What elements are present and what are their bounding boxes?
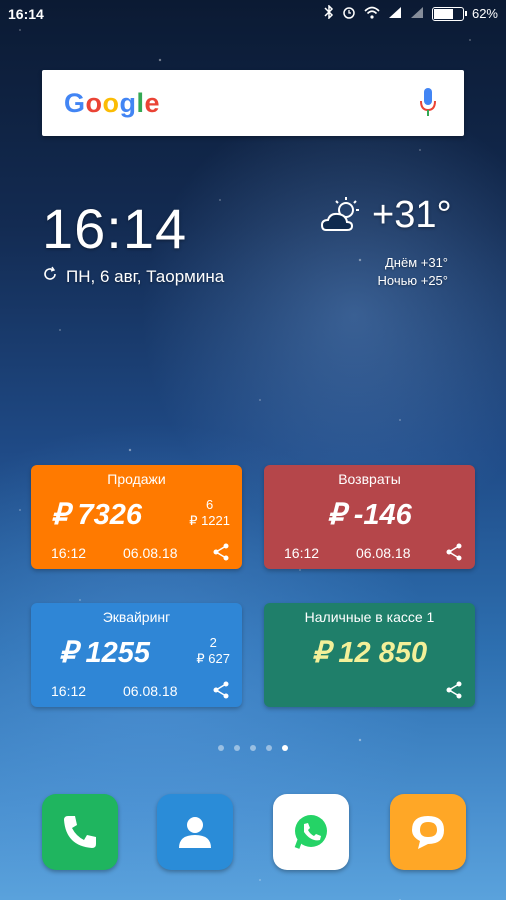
share-icon[interactable] <box>445 543 463 561</box>
status-bar: 16:14 62% <box>0 0 506 30</box>
widget-date: 06.08.18 <box>123 683 178 699</box>
page-dot[interactable] <box>250 745 256 751</box>
signal-2-icon <box>410 6 424 22</box>
widget-title: Эквайринг <box>102 609 171 625</box>
page-dot[interactable] <box>234 745 240 751</box>
widget-amount: ₽ 12 850 <box>311 637 428 669</box>
widget-title: Наличные в кассе 1 <box>304 609 435 625</box>
wifi-icon <box>364 6 380 22</box>
page-indicator <box>0 745 506 751</box>
date-location[interactable]: ПН, 6 авг, Таормина <box>42 266 224 287</box>
average-check: ₽ 627 <box>196 651 230 666</box>
widget-sales[interactable]: Продажи ₽ 7326 6 ₽ 1221 16:12 06.08.18 <box>31 465 242 569</box>
battery-percent: 62% <box>471 6 498 21</box>
page-dot[interactable] <box>266 745 272 751</box>
weather-forecast: Днём +31° Ночью +25° <box>378 254 449 290</box>
battery-icon <box>431 6 467 21</box>
bluetooth-icon <box>324 4 334 22</box>
signal-1-icon <box>388 6 402 22</box>
share-icon[interactable] <box>212 543 230 561</box>
alarm-icon <box>342 5 356 22</box>
widget-count: 6 ₽ 1221 <box>189 497 230 529</box>
share-icon[interactable] <box>212 681 230 699</box>
widget-date: 06.08.18 <box>356 545 411 561</box>
average-check: ₽ 1221 <box>189 513 230 528</box>
widget-cash-register[interactable]: Наличные в кассе 1 ₽ 12 850 <box>264 603 475 707</box>
widget-time: 16:12 <box>284 545 320 561</box>
weather-temperature[interactable]: +31° <box>372 194 452 237</box>
share-icon[interactable] <box>445 681 463 699</box>
receipt-count: 2 <box>209 635 217 650</box>
whatsapp-app[interactable] <box>273 794 349 870</box>
phone-app[interactable] <box>42 794 118 870</box>
google-search-bar[interactable]: Google <box>42 70 464 136</box>
page-dot[interactable] <box>218 745 224 751</box>
refresh-icon <box>42 266 58 287</box>
widget-title: Продажи <box>107 471 166 487</box>
google-logo: Google <box>64 88 161 118</box>
status-icons: 62% <box>324 4 498 22</box>
widget-amount: ₽ -146 <box>327 499 412 531</box>
widget-time: 16:12 <box>51 683 87 699</box>
home-clock[interactable]: 16:14 <box>42 196 187 261</box>
messages-app[interactable] <box>390 794 466 870</box>
widget-returns[interactable]: Возвраты ₽ -146 16:12 06.08.18 <box>264 465 475 569</box>
widget-date: 06.08.18 <box>123 545 178 561</box>
page-dot-active[interactable] <box>282 745 288 751</box>
date-location-text: ПН, 6 авг, Таормина <box>66 266 225 286</box>
weather-night: Ночью +25° <box>377 273 449 288</box>
widget-time: 16:12 <box>51 545 87 561</box>
weather-day: Днём +31° <box>384 255 448 270</box>
receipt-count: 6 <box>205 497 214 512</box>
contacts-app[interactable] <box>157 794 233 870</box>
widget-count: 2 ₽ 627 <box>196 635 230 667</box>
widget-title: Возвраты <box>338 471 401 487</box>
partly-cloudy-icon[interactable] <box>320 196 368 236</box>
app-dock <box>0 794 506 870</box>
widget-amount: ₽ 1255 <box>59 637 151 669</box>
microphone-icon[interactable] <box>420 88 436 118</box>
widget-acquiring[interactable]: Эквайринг ₽ 1255 2 ₽ 627 16:12 06.08.18 <box>31 603 242 707</box>
status-time: 16:14 <box>8 6 44 22</box>
widget-amount: ₽ 7326 <box>51 499 143 531</box>
